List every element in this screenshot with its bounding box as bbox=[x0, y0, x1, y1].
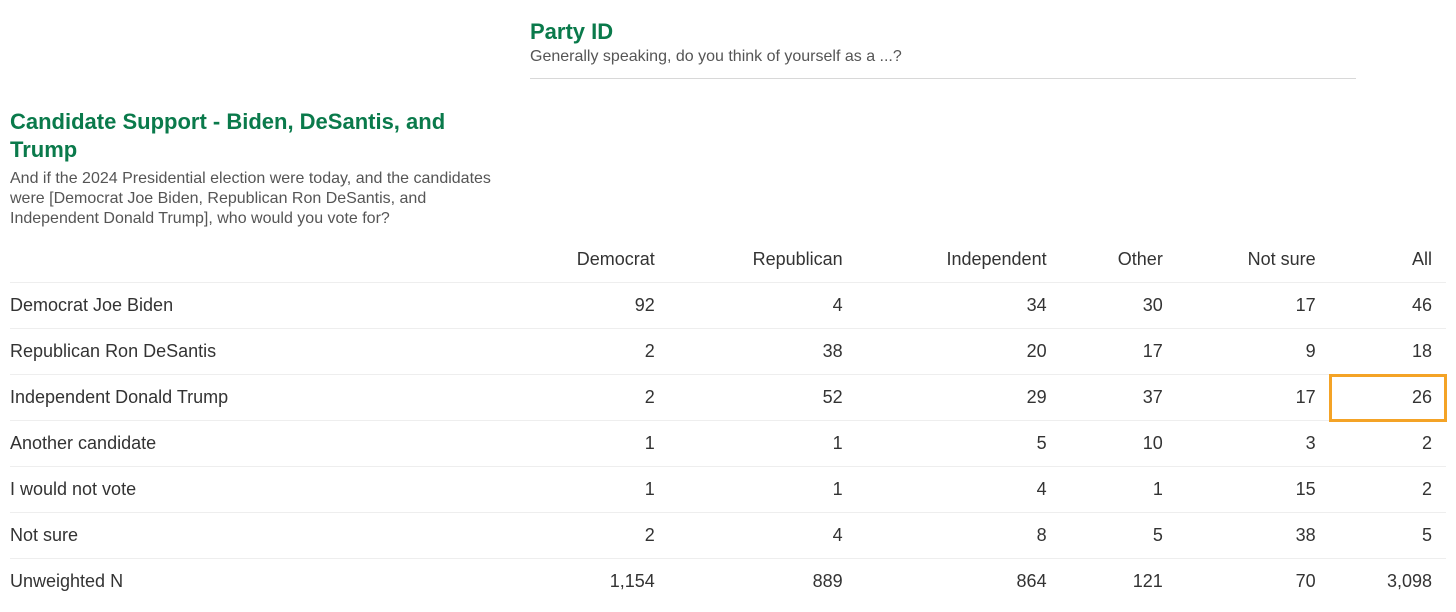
row-label: Republican Ron DeSantis bbox=[10, 329, 500, 375]
cell: 15 bbox=[1177, 467, 1330, 513]
table-row: Not sure2485385 bbox=[10, 513, 1446, 559]
cell: 30 bbox=[1061, 283, 1177, 329]
table-row: Independent Donald Trump25229371726 bbox=[10, 375, 1446, 421]
row-variable-title: Candidate Support - Biden, DeSantis, and… bbox=[10, 108, 500, 163]
crosstab-layout: Candidate Support - Biden, DeSantis, and… bbox=[10, 8, 1446, 229]
row-label: Democrat Joe Biden bbox=[10, 283, 500, 329]
row-variable-block: Candidate Support - Biden, DeSantis, and… bbox=[10, 8, 500, 229]
table-head: DemocratRepublicanIndependentOtherNot su… bbox=[10, 229, 1446, 283]
cell: 1 bbox=[500, 467, 669, 513]
crosstab-frame: Candidate Support - Biden, DeSantis, and… bbox=[0, 0, 1456, 612]
cell: 1 bbox=[669, 421, 857, 467]
cell: 18 bbox=[1330, 329, 1446, 375]
cell: 8 bbox=[857, 513, 1061, 559]
crosstab-table: DemocratRepublicanIndependentOtherNot su… bbox=[10, 229, 1446, 604]
cell: 20 bbox=[857, 329, 1061, 375]
cell: 1,154 bbox=[500, 559, 669, 605]
row-label: I would not vote bbox=[10, 467, 500, 513]
cell: 92 bbox=[500, 283, 669, 329]
row-label: Not sure bbox=[10, 513, 500, 559]
cell: 3 bbox=[1177, 421, 1330, 467]
cell: 70 bbox=[1177, 559, 1330, 605]
row-label: Independent Donald Trump bbox=[10, 375, 500, 421]
cell: 52 bbox=[669, 375, 857, 421]
cell: 1 bbox=[1061, 467, 1177, 513]
column-header: Republican bbox=[669, 229, 857, 283]
cell: 5 bbox=[1061, 513, 1177, 559]
cell: 38 bbox=[1177, 513, 1330, 559]
cell: 2 bbox=[500, 513, 669, 559]
row-label: Unweighted N bbox=[10, 559, 500, 605]
cell: 3,098 bbox=[1330, 559, 1446, 605]
cell: 17 bbox=[1177, 283, 1330, 329]
row-label: Another candidate bbox=[10, 421, 500, 467]
cell: 34 bbox=[857, 283, 1061, 329]
cell: 121 bbox=[1061, 559, 1177, 605]
cell: 4 bbox=[857, 467, 1061, 513]
cell: 1 bbox=[669, 467, 857, 513]
column-variable-subtitle: Generally speaking, do you think of your… bbox=[530, 48, 1446, 66]
table-row: Another candidate1151032 bbox=[10, 421, 1446, 467]
table-row: Democrat Joe Biden92434301746 bbox=[10, 283, 1446, 329]
cell: 17 bbox=[1061, 329, 1177, 375]
column-variable-title: Party ID bbox=[530, 18, 1446, 46]
column-header: Not sure bbox=[1177, 229, 1330, 283]
column-header: All bbox=[1330, 229, 1446, 283]
cell: 4 bbox=[669, 513, 857, 559]
cell: 38 bbox=[669, 329, 857, 375]
table-row: Republican Ron DeSantis2382017918 bbox=[10, 329, 1446, 375]
cell: 46 bbox=[1330, 283, 1446, 329]
cell: 29 bbox=[857, 375, 1061, 421]
cell: 17 bbox=[1177, 375, 1330, 421]
cell: 2 bbox=[1330, 421, 1446, 467]
cell: 864 bbox=[857, 559, 1061, 605]
table-row: Unweighted N1,154889864121703,098 bbox=[10, 559, 1446, 605]
cell: 889 bbox=[669, 559, 857, 605]
column-header-rule bbox=[530, 78, 1356, 79]
row-variable-subtitle: And if the 2024 Presidential election we… bbox=[10, 169, 500, 229]
cell: 2 bbox=[500, 329, 669, 375]
table-body: Democrat Joe Biden92434301746Republican … bbox=[10, 283, 1446, 605]
cell: 2 bbox=[500, 375, 669, 421]
cell: 1 bbox=[500, 421, 669, 467]
cell: 5 bbox=[1330, 513, 1446, 559]
cell: 10 bbox=[1061, 421, 1177, 467]
column-variable-block: Party ID Generally speaking, do you thin… bbox=[530, 8, 1446, 229]
column-header: Independent bbox=[857, 229, 1061, 283]
cell: 4 bbox=[669, 283, 857, 329]
column-header: Other bbox=[1061, 229, 1177, 283]
cell: 2 bbox=[1330, 467, 1446, 513]
cell: 5 bbox=[857, 421, 1061, 467]
cell: 37 bbox=[1061, 375, 1177, 421]
column-header: Democrat bbox=[500, 229, 669, 283]
corner-cell bbox=[10, 229, 500, 283]
cell: 9 bbox=[1177, 329, 1330, 375]
cell: 26 bbox=[1330, 375, 1446, 421]
table-row: I would not vote1141152 bbox=[10, 467, 1446, 513]
